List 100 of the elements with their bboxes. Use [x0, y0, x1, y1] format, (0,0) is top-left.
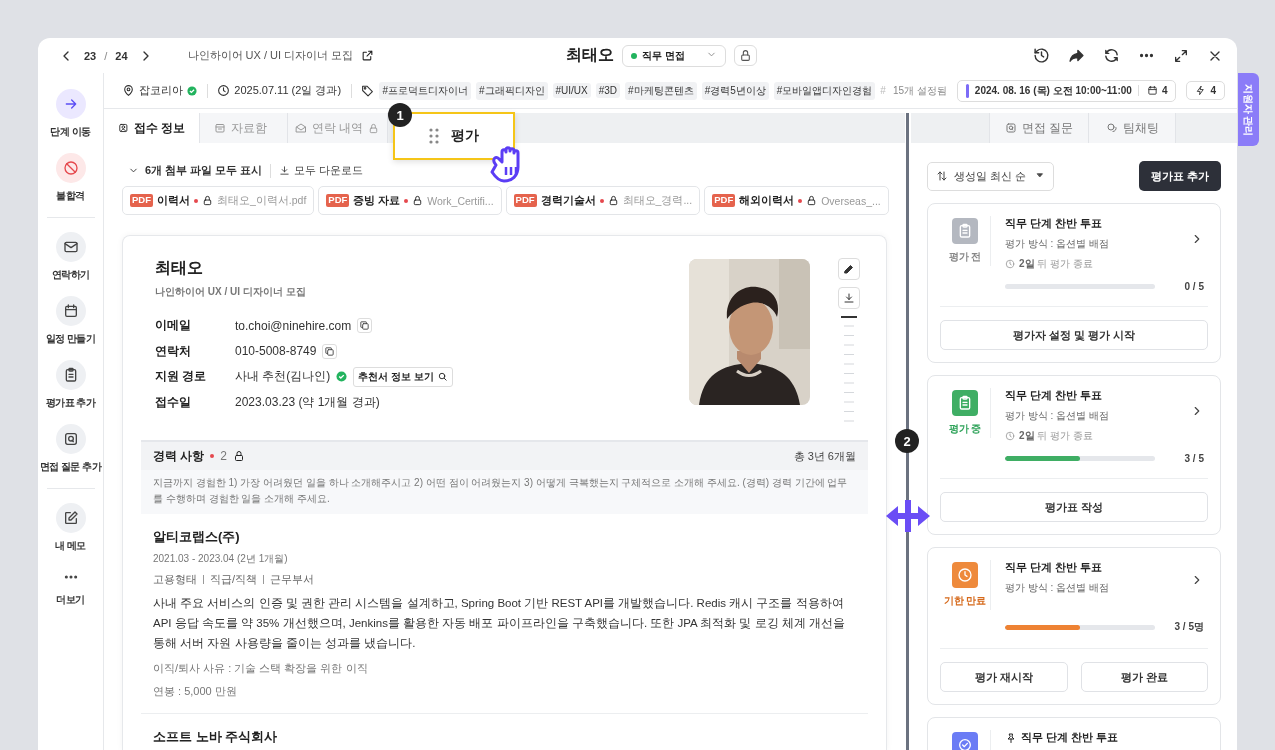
tag: #프로덕트디자이너: [379, 81, 471, 100]
meta-label: 근무부서: [270, 572, 315, 587]
tab[interactable]: 면접 질문: [989, 113, 1089, 143]
mail-icon: [62, 239, 79, 255]
action-button[interactable]: 평가 재시작: [940, 662, 1068, 692]
question-icon: [62, 431, 79, 447]
field-value: 사내 추천(김나인): [235, 368, 331, 386]
applied-date: 2025.07.11 (2일 경과): [234, 83, 342, 98]
flash-chip[interactable]: 4: [1186, 81, 1225, 100]
person-icon: [118, 122, 129, 134]
status-label: 기한 만료: [943, 594, 987, 608]
calendar-icon: [62, 303, 79, 319]
tag: #3D: [595, 83, 621, 98]
file-label: 해외이력서: [739, 193, 795, 208]
job-posting-link[interactable]: 나인하이어 UX / UI 디자이너 모집: [187, 48, 354, 63]
clock-icon: [1005, 431, 1015, 441]
calendar-icon: [1146, 85, 1158, 96]
drag-handle-icon: [429, 128, 439, 144]
attachment-chip[interactable]: PDF 경력기술서 최태오_경력...: [505, 186, 701, 215]
attachment-chip[interactable]: PDF 증빙 자료 Work_Certifi...: [318, 186, 502, 215]
history-icon[interactable]: [1033, 47, 1050, 64]
action-button[interactable]: 평가표 작성: [940, 492, 1208, 522]
salary: 연봉 : 5,000 만원: [153, 684, 238, 700]
download-all-button[interactable]: 모두 다운로드: [279, 163, 364, 178]
copy-icon: [359, 320, 371, 332]
file-type-badge: PDF: [712, 194, 736, 207]
expand-icon[interactable]: [1173, 47, 1189, 64]
sort-select[interactable]: 생성일 최신 순: [927, 161, 1054, 191]
envelope-icon: [295, 122, 307, 134]
progress-count: 3 / 5: [1184, 453, 1204, 464]
stage-select[interactable]: 직무 면접: [622, 44, 726, 67]
file-type-badge: PDF: [513, 194, 537, 207]
step-badge: 1: [388, 103, 412, 127]
separator: /: [104, 49, 108, 62]
clock-icon: [1005, 259, 1015, 269]
attachment-chip[interactable]: PDF 이력서 최태오_이력서.pdf: [122, 186, 315, 215]
external-link-icon[interactable]: [361, 49, 375, 62]
meta-label: 고용형태: [153, 572, 197, 587]
tag: #그래픽디자인: [475, 81, 548, 100]
sort-icon: [936, 170, 948, 182]
candidate-name: 최태오: [155, 258, 204, 278]
field-label: 지원 경로: [155, 368, 208, 386]
company-name: 소프트 노바 주식회사: [153, 728, 279, 747]
sidebar-item[interactable]: 연락하기: [51, 232, 90, 282]
tag: #경력5년이상: [701, 81, 769, 100]
current-index: 23: [84, 49, 97, 62]
refresh-icon[interactable]: [1103, 47, 1120, 64]
deadline-text: 2일 뒤 평가 종료: [1019, 429, 1093, 443]
evaluation-title: 직무 단계 찬반 투표: [1005, 216, 1103, 231]
sidebar-item[interactable]: 일정 만들기: [45, 296, 96, 346]
schedule-chip[interactable]: 2024. 08. 16 (목) 오전 10:00~11:00 4: [956, 79, 1177, 102]
action-button[interactable]: 평가 완료: [1080, 662, 1208, 692]
caret-down-icon: [1035, 170, 1045, 180]
edit-button[interactable]: [838, 258, 860, 280]
file-name: Work_Certifi...: [427, 194, 494, 207]
file-name: 최태오_경력...: [622, 193, 693, 208]
attachment-chip[interactable]: PDF 해외이력서 Overseas_...: [704, 186, 889, 215]
progress-count: 3 / 5명: [1174, 620, 1204, 634]
section-count: 2: [220, 449, 228, 463]
clock-icon: [217, 84, 231, 97]
file-name: Overseas_...: [821, 194, 881, 207]
job-description: 사내 주요 서비스의 인증 및 권한 관리 시스템을 설계하고, Spring Boot 기반 REST API를 개발했습니다. Redis 캐시 구조를 적용하여 API 응답 속도를 약 35% 개선했으며, Jenkins를 활용한 자동 배포 파이프라인을 구축했습니다. 또한 JPA 최적화 및 로깅 체계 개선을 통해 서버 자원 사용량을 줄이는 성과를 냈습니다.: [153, 596, 847, 652]
evaluation-title: 직무 단계 찬반 투표: [1005, 388, 1103, 403]
tab[interactable]: 팀채팅: [1089, 113, 1176, 143]
tag: #마케팅콘텐츠: [625, 81, 697, 100]
tag: #: [880, 83, 886, 98]
tab[interactable]: 접수 정보: [104, 113, 200, 143]
field-label: 연락처: [155, 342, 192, 360]
progress-count: 0 / 5: [1184, 281, 1204, 292]
download-icon: [843, 292, 855, 304]
tag-icon: [361, 84, 375, 97]
lock-button[interactable]: [734, 45, 757, 66]
meta-label: 직급/직책: [210, 572, 258, 587]
lock-icon: [739, 49, 752, 62]
sidebar-item[interactable]: 더보기: [55, 567, 86, 607]
sidebar-item[interactable]: 평가표 추가: [45, 360, 96, 410]
copy-button[interactable]: [322, 343, 338, 359]
referral-info-button[interactable]: 추천서 정보 보기: [353, 366, 453, 387]
company-name: 알티코랩스(주): [153, 528, 241, 546]
field-label: 이메일: [155, 317, 192, 335]
total-duration: 총 3년 6개월: [793, 448, 856, 464]
share-icon[interactable]: [1068, 47, 1085, 64]
show-all-toggle[interactable]: 6개 첨부 파일 모두 표시: [128, 163, 263, 178]
action-button[interactable]: 평가자 설정 및 평가 시작: [940, 320, 1208, 350]
file-type-badge: PDF: [130, 194, 153, 207]
field-value: 2023.03.23 (약 1개월 경과): [235, 393, 380, 411]
tag: #모바일앱디자인경험: [773, 81, 876, 100]
download-button[interactable]: [838, 287, 860, 309]
field-value: to.choi@ninehire.com: [235, 318, 352, 333]
copy-button[interactable]: [357, 318, 373, 334]
sidebar-item[interactable]: 단계 이동: [50, 89, 91, 139]
lightning-icon: [1195, 85, 1207, 96]
file-label: 이력서: [157, 193, 190, 208]
pencil-icon: [843, 263, 855, 275]
add-evaluation-button[interactable]: 평가표 추가: [1138, 161, 1221, 191]
calendar-count: 4: [1161, 85, 1168, 96]
chat-icon: [1105, 122, 1118, 134]
sidebar-item[interactable]: 면접 질문 추가: [39, 424, 102, 474]
evaluation-method: 평가 방식 : 옵션별 배점: [1005, 581, 1110, 595]
folder-icon: [214, 122, 226, 134]
